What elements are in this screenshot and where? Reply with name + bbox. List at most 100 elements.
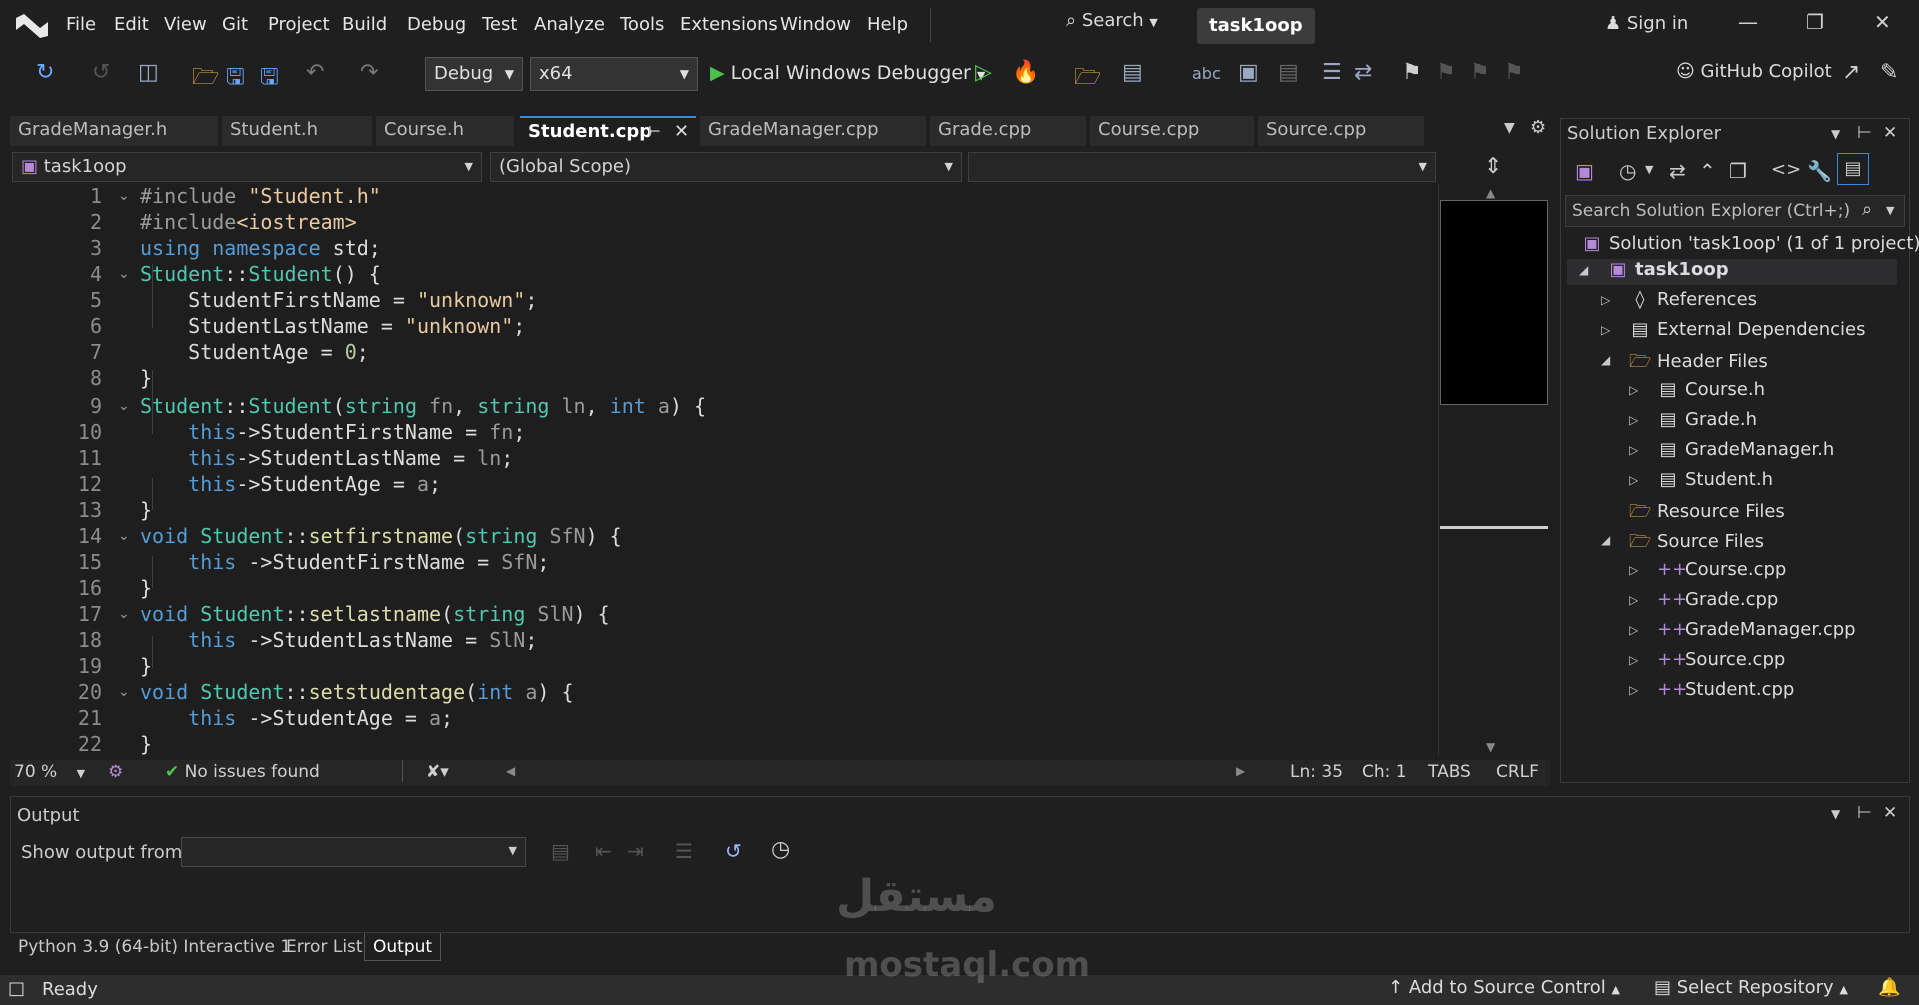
collapsed-arrow-icon[interactable]: ▷: [1629, 443, 1638, 457]
split-editor-icon[interactable]: ⇕: [1484, 154, 1502, 179]
zoom-dropdown[interactable]: 70 % ▼: [14, 762, 85, 782]
switch-views-icon[interactable]: ▣: [1575, 159, 1594, 183]
minimap-viewport[interactable]: [1440, 200, 1548, 405]
menu-git[interactable]: Git: [222, 14, 248, 35]
chevron-down-icon[interactable]: ▼: [1645, 163, 1653, 176]
undo-icon[interactable]: ↶: [306, 60, 324, 85]
search-button[interactable]: ⌕ Search ▼: [1066, 10, 1158, 31]
next-message-icon[interactable]: ⇥: [627, 839, 644, 863]
add-to-source-control-button[interactable]: ↑ Add to Source Control ▲: [1388, 977, 1620, 998]
menu-extensions[interactable]: Extensions: [680, 14, 778, 35]
clock-icon[interactable]: ◷: [771, 837, 790, 862]
start-debugging-button[interactable]: ▶ Local Windows Debugger ▼: [710, 62, 985, 84]
forward-icon[interactable]: ↺: [92, 60, 110, 85]
tree-item-grade-h[interactable]: ▷ ▤ Grade.h: [1629, 409, 1757, 430]
collapsed-arrow-icon[interactable]: ▷: [1629, 413, 1638, 427]
back-icon[interactable]: ↻: [36, 60, 54, 85]
bookmark-icon[interactable]: ⚑: [1402, 60, 1422, 85]
spellcheck-icon[interactable]: abc: [1192, 64, 1221, 83]
pin-icon[interactable]: ⊢: [648, 118, 661, 146]
start-without-debugging-icon[interactable]: ▷: [975, 60, 992, 85]
tree-item-student-cpp[interactable]: ▷ ++Student.cpp: [1629, 679, 1794, 700]
breakpoint-icon[interactable]: ▣: [1238, 60, 1259, 85]
collapse-all-icon[interactable]: ⌃: [1699, 159, 1716, 183]
collapsed-arrow-icon[interactable]: ▷: [1629, 563, 1638, 577]
notifications-icon[interactable]: 🔔: [1878, 977, 1900, 998]
tab-output[interactable]: Output: [364, 933, 442, 961]
tree-item-course-cpp[interactable]: ▷ ++Course.cpp: [1629, 559, 1786, 580]
sync-icon[interactable]: ⇄: [1669, 159, 1686, 183]
next-bookmark-icon[interactable]: ⚑: [1470, 60, 1490, 85]
clear-bookmarks-icon[interactable]: ⚑: [1504, 60, 1524, 85]
tree-item-course-h[interactable]: ▷ ▤ Course.h: [1629, 379, 1765, 400]
project-nav-dropdown[interactable]: ▣ task1oop ▼: [12, 152, 482, 182]
tab-student-cpp[interactable]: Student.cpp ⊢ ✕: [520, 116, 696, 146]
panel-menu-icon[interactable]: ▼: [1831, 127, 1840, 141]
solution-search-input[interactable]: Search Solution Explorer (Ctrl+;) ⌕ ▼: [1565, 195, 1905, 227]
view-code-icon[interactable]: <>: [1771, 159, 1801, 180]
close-icon[interactable]: ✕: [1883, 123, 1897, 143]
scroll-left-icon[interactable]: ◀: [506, 764, 515, 778]
feedback-icon[interactable]: ✎: [1880, 60, 1898, 85]
platform-dropdown[interactable]: x64 ▼: [530, 57, 698, 91]
tree-item-grademanager-cpp[interactable]: ▷ ++GradeManager.cpp: [1629, 619, 1856, 640]
menu-test[interactable]: Test: [482, 14, 517, 35]
intellicode-icon[interactable]: ⚙: [108, 762, 123, 782]
configuration-dropdown[interactable]: Debug ▼: [425, 57, 523, 91]
collapsed-arrow-icon[interactable]: ▷: [1629, 653, 1638, 667]
tree-item-source-files[interactable]: ◢ 🗁 Source Files: [1601, 529, 1764, 559]
tab-grade-cpp[interactable]: Grade.cpp: [930, 116, 1086, 146]
word-wrap-icon[interactable]: ↺: [725, 839, 742, 863]
collapsed-arrow-icon[interactable]: ▷: [1629, 683, 1638, 697]
tree-item-references[interactable]: ▷ ◊ References: [1601, 289, 1757, 310]
pin-icon[interactable]: ⊢: [1857, 123, 1872, 143]
collapsed-arrow-icon[interactable]: ▷: [1629, 623, 1638, 637]
new-project-icon[interactable]: ◫: [138, 60, 159, 85]
prev-message-icon[interactable]: ⇤: [595, 839, 612, 863]
tab-gradeManager-h[interactable]: GradeManager.h: [10, 116, 218, 146]
tab-python-interactive[interactable]: Python 3.9 (64-bit) Interactive 1: [18, 937, 291, 957]
code-cleanup-icon[interactable]: ✘▾: [426, 762, 449, 782]
collapsed-arrow-icon[interactable]: ▷: [1629, 473, 1638, 487]
tab-course-cpp[interactable]: Course.cpp: [1090, 116, 1254, 146]
menu-view[interactable]: View: [164, 14, 207, 35]
menu-edit[interactable]: Edit: [114, 14, 149, 35]
tree-item-grademanager-h[interactable]: ▷ ▤ GradeManager.h: [1629, 439, 1834, 460]
scope-dropdown[interactable]: (Global Scope) ▼: [490, 152, 962, 182]
share-icon[interactable]: ↗: [1842, 60, 1860, 85]
menu-analyze[interactable]: Analyze: [534, 14, 605, 35]
menu-project[interactable]: Project: [268, 14, 330, 35]
layout-icon[interactable]: ▤: [1122, 60, 1143, 85]
tree-item-project[interactable]: ◢ ▣ task1oop: [1567, 259, 1897, 285]
tree-item-solution[interactable]: ▣ Solution 'task1oop' (1 of 1 project): [1581, 233, 1919, 254]
tree-item-header-files[interactable]: ◢ 🗁 Header Files: [1601, 349, 1768, 379]
column-indicator[interactable]: Ch: 1: [1362, 762, 1407, 782]
output-source-dropdown[interactable]: ▼: [181, 837, 526, 867]
solution-name-badge[interactable]: task1oop: [1197, 8, 1315, 44]
tab-student-h[interactable]: Student.h: [222, 116, 372, 146]
line-indicator[interactable]: Ln: 35: [1290, 762, 1343, 782]
gear-icon[interactable]: ⚙: [1530, 117, 1546, 138]
scroll-up-icon[interactable]: ▲: [1486, 186, 1495, 200]
preview-selected-icon[interactable]: ▤: [1837, 153, 1869, 185]
restore-icon[interactable]: ❐: [1806, 10, 1824, 34]
redo-icon[interactable]: ↷: [360, 60, 378, 85]
expanded-arrow-icon[interactable]: ◢: [1579, 263, 1588, 277]
minimize-icon[interactable]: —: [1738, 10, 1758, 34]
scroll-down-icon[interactable]: ▼: [1486, 740, 1495, 754]
menu-help[interactable]: Help: [867, 14, 908, 35]
save-icon[interactable]: 🖫: [226, 60, 245, 98]
collapsed-arrow-icon[interactable]: ▷: [1601, 293, 1610, 307]
eol-indicator[interactable]: CRLF: [1496, 762, 1539, 782]
tab-error-list[interactable]: Error List: [286, 937, 363, 957]
open-folder-icon[interactable]: 🗁: [192, 60, 219, 98]
save-all-icon[interactable]: 🖫: [260, 60, 279, 98]
tree-item-external-dependencies[interactable]: ▷ ▤ External Dependencies: [1601, 319, 1866, 340]
menu-window[interactable]: Window: [780, 14, 851, 35]
github-copilot-button[interactable]: ☺ GitHub Copilot: [1676, 61, 1832, 82]
collapsed-arrow-icon[interactable]: ▷: [1629, 593, 1638, 607]
menu-tools[interactable]: Tools: [620, 14, 664, 35]
collapsed-arrow-icon[interactable]: ▷: [1629, 383, 1638, 397]
tree-item-resource-files[interactable]: 🗁 Resource Files: [1629, 499, 1785, 529]
collapsed-arrow-icon[interactable]: ▷: [1601, 323, 1610, 337]
